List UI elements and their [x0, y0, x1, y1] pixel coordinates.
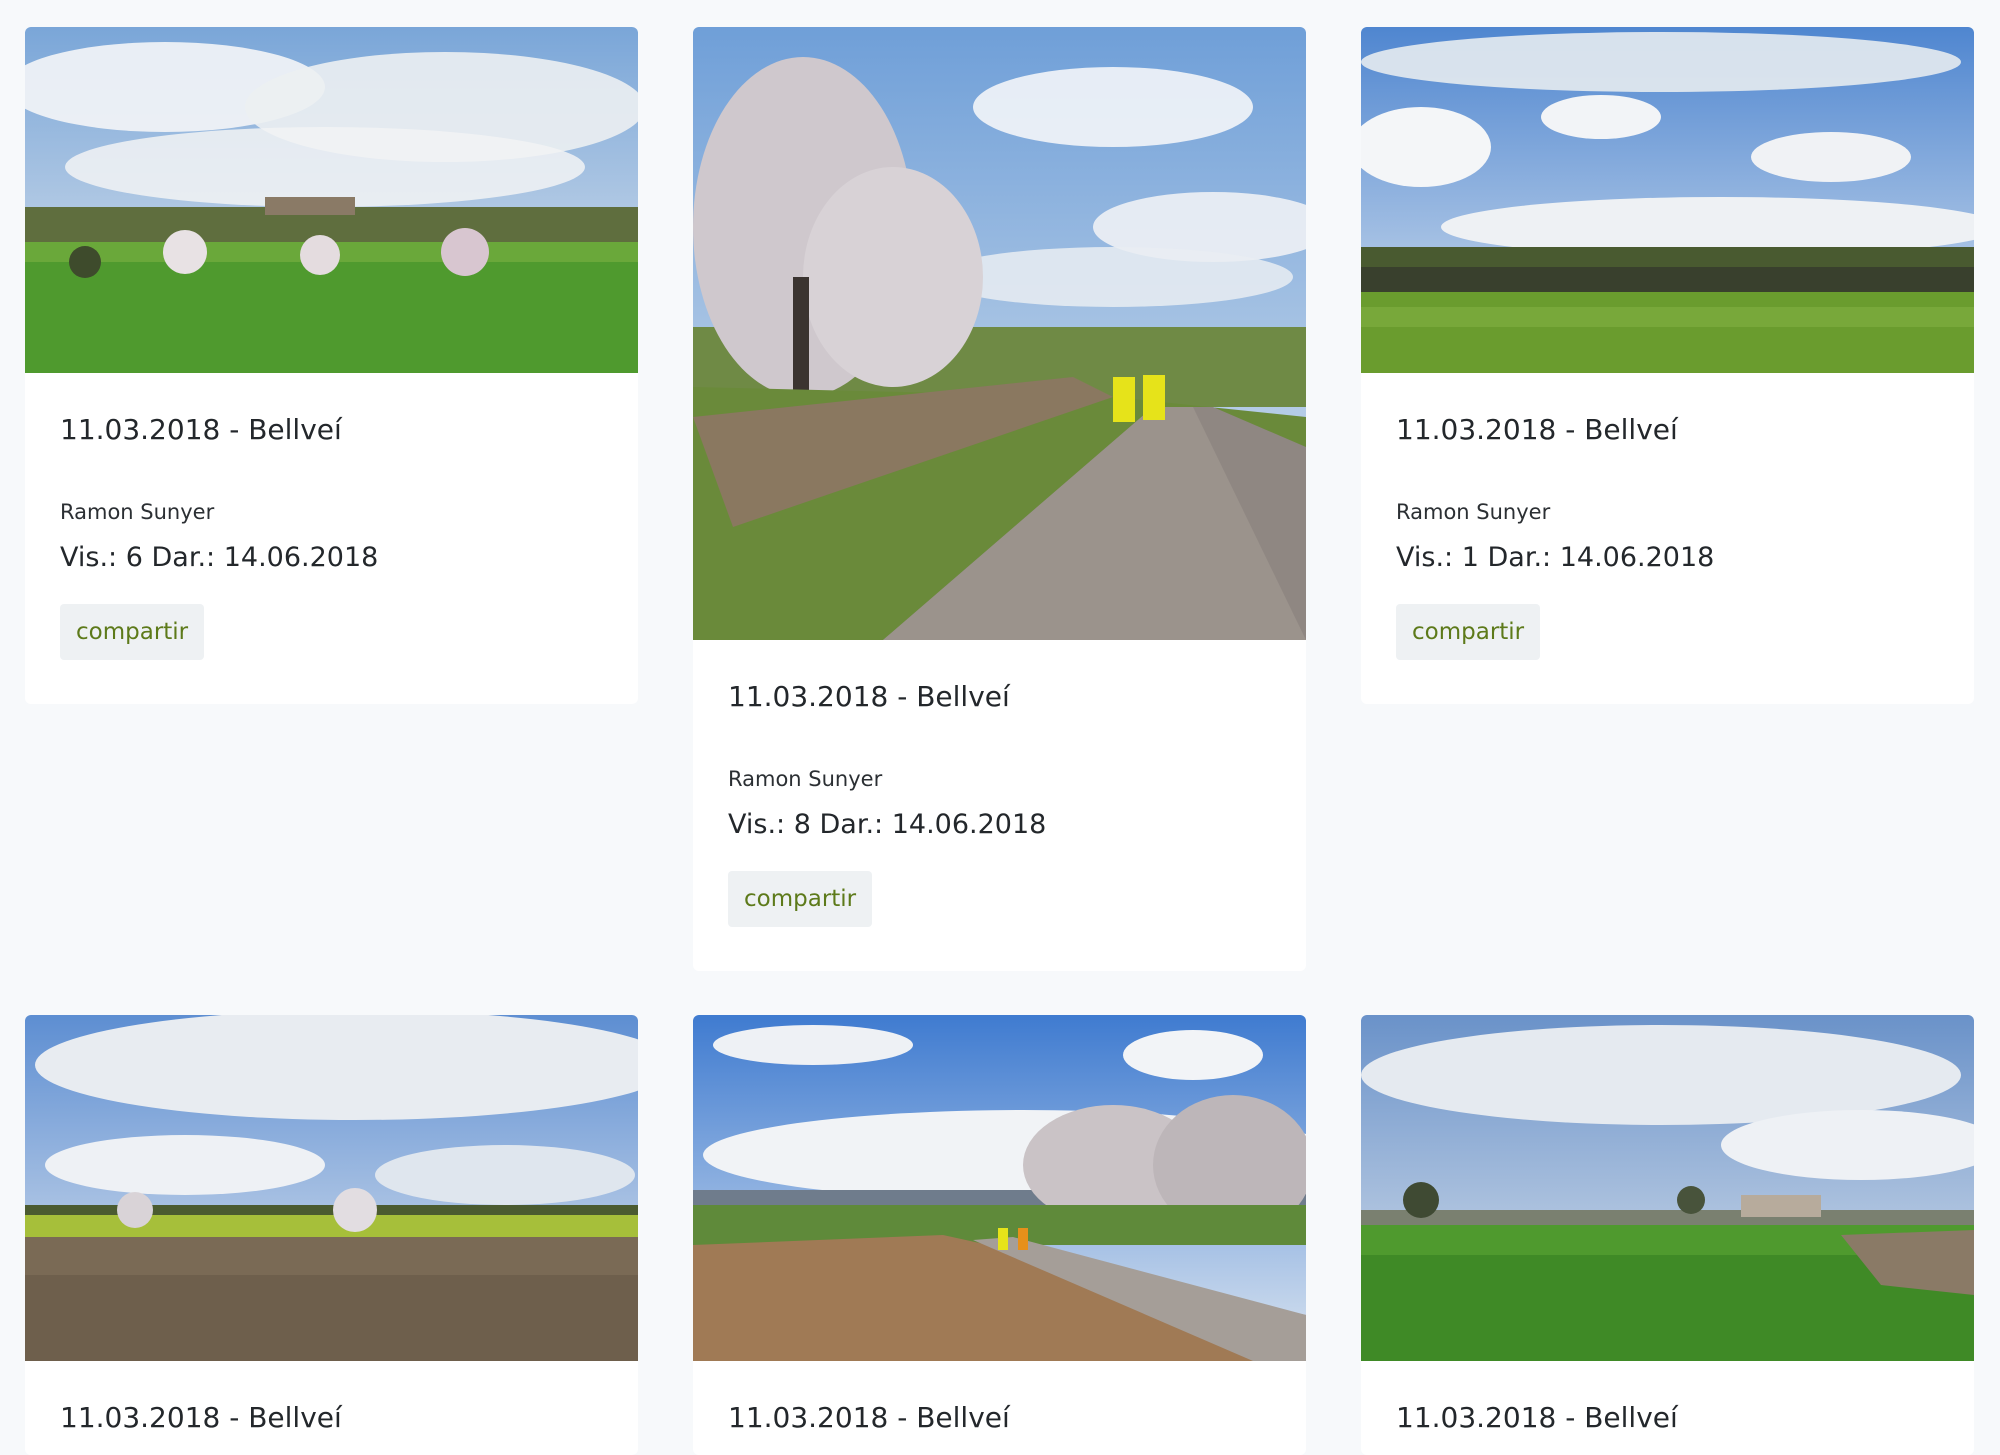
share-button[interactable]: compartir — [60, 604, 205, 660]
views-count: 8 — [793, 809, 811, 840]
card-photo[interactable] — [693, 27, 1306, 640]
card-stats: Vis.: 8 Dar.: 14.06.2018 — [728, 809, 1046, 840]
card-photo[interactable] — [693, 1015, 1306, 1361]
views-label: Vis.: — [60, 542, 118, 573]
date-label: Dar.: — [819, 809, 884, 840]
photo-card-1: 11.03.2018 - Bellveí Ramon Sunyer Vis.: … — [25, 27, 638, 704]
photo-card-5: 11.03.2018 - Bellveí — [693, 1015, 1306, 1455]
card-photo[interactable] — [1361, 1015, 1974, 1361]
date-label: Dar.: — [1487, 542, 1552, 573]
date-value: 14.06.2018 — [1559, 542, 1715, 573]
card-title: 11.03.2018 - Bellveí — [1396, 413, 1678, 446]
views-label: Vis.: — [728, 809, 786, 840]
photo-card-6: 11.03.2018 - Bellveí — [1361, 1015, 1974, 1455]
card-title: 11.03.2018 - Bellveí — [728, 680, 1010, 713]
date-value: 14.06.2018 — [891, 809, 1047, 840]
card-author: Ramon Sunyer — [1396, 500, 1551, 524]
card-stats: Vis.: 6 Dar.: 14.06.2018 — [60, 542, 378, 573]
share-button[interactable]: compartir — [728, 871, 873, 927]
views-count: 6 — [125, 542, 143, 573]
photo-card-3: 11.03.2018 - Bellveí Ramon Sunyer Vis.: … — [1361, 27, 1974, 704]
photo-card-2: 11.03.2018 - Bellveí Ramon Sunyer Vis.: … — [693, 27, 1306, 971]
card-photo[interactable] — [25, 1015, 638, 1361]
card-title: 11.03.2018 - Bellveí — [728, 1401, 1010, 1434]
card-title: 11.03.2018 - Bellveí — [1396, 1401, 1678, 1434]
card-author: Ramon Sunyer — [728, 767, 883, 791]
date-label: Dar.: — [151, 542, 216, 573]
card-title: 11.03.2018 - Bellveí — [60, 413, 342, 446]
photo-card-4: 11.03.2018 - Bellveí — [25, 1015, 638, 1455]
card-photo[interactable] — [25, 27, 638, 373]
card-photo[interactable] — [1361, 27, 1974, 373]
share-button[interactable]: compartir — [1396, 604, 1541, 660]
card-stats: Vis.: 1 Dar.: 14.06.2018 — [1396, 542, 1714, 573]
views-count: 1 — [1461, 542, 1479, 573]
card-author: Ramon Sunyer — [60, 500, 215, 524]
views-label: Vis.: — [1396, 542, 1454, 573]
card-title: 11.03.2018 - Bellveí — [60, 1401, 342, 1434]
date-value: 14.06.2018 — [223, 542, 379, 573]
